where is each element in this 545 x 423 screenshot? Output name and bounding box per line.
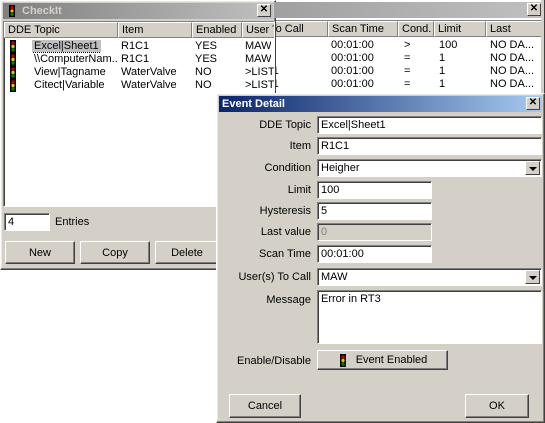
column-header-user[interactable]: User To Call [276,21,328,37]
row-topic: Excel|Sheet1 [32,40,101,53]
row-enabled: NO [195,79,212,91]
row-scan-time: 00:01:00 [331,78,374,90]
row-enabled: YES [195,40,218,52]
label-dde-topic: DDE Topic [259,119,311,131]
row-cond: > [404,39,411,51]
main-titlebar[interactable]: CheckIt ✕ [3,3,273,19]
row-last: NO DA... [490,65,535,77]
row-last: NO DA... [490,78,535,90]
row-last: NO DA... [490,52,535,64]
dde-topic-field[interactable]: Excel|Sheet1 [317,116,542,134]
row-item: WaterValve [121,79,177,91]
row-item: R1C1 [121,40,150,52]
row-limit: 1 [439,65,446,77]
label-enable-disable: Enable/Disable [237,355,311,367]
item-field[interactable]: R1C1 [317,137,542,155]
row-user: >LIST1 [245,66,275,78]
row-enabled: YES [195,53,218,65]
row-limit: 100 [439,39,458,51]
row-topic: \\ComputerNam... [34,53,118,65]
row-user: MAW [245,53,272,65]
condition-value: Heigher [321,162,360,174]
label-scan-time: Scan Time [259,248,311,260]
limit-field[interactable]: 100 [317,181,432,199]
row-cond: = [404,65,411,77]
column-header-scan-time[interactable]: Scan Time [328,21,398,37]
label-last-value: Last value [260,226,311,238]
entries-count-field[interactable]: 4 [4,213,50,231]
close-icon[interactable]: ✕ [257,4,271,17]
row-scan-time: 00:01:00 [331,65,374,77]
traffic-light-icon [8,79,18,96]
row-last: NO DA... [490,39,535,51]
cancel-button[interactable]: Cancel [229,394,301,418]
traffic-light-icon [6,5,18,17]
table-row[interactable]: Citect|Variable WaterValve NO >LIST1 [4,79,275,92]
users-select[interactable]: MAW [317,268,542,286]
row-user: MAW [245,40,272,52]
row-limit: 1 [439,52,446,64]
last-value-field: 0 [317,223,432,241]
table-row[interactable]: View|Tagname WaterValve NO >LIST1 [4,66,275,79]
condition-select[interactable]: Heigher [317,159,542,177]
dialog-title: Event Detail [222,98,285,110]
row-user: >LIST1 [245,79,275,91]
traffic-light-icon [338,353,348,367]
table-row[interactable]: Excel|Sheet1 R1C1 YES MAW [4,40,274,53]
chevron-down-icon[interactable] [525,161,540,175]
label-limit: Limit [287,184,311,196]
row-user: >LIST1 [276,78,279,91]
chevron-down-icon[interactable] [525,270,540,284]
delete-button[interactable]: Delete [155,241,219,264]
label-item: Item [289,140,311,152]
column-header-topic[interactable]: DDE Topic [4,22,118,38]
ok-button[interactable]: OK [465,394,529,418]
hysteresis-field[interactable]: 5 [317,202,432,220]
column-header-last[interactable]: Last [486,21,541,37]
label-users: User(s) To Call [238,271,311,283]
row-user: >LIST1 [276,65,279,78]
row-scan-time: 00:01:00 [331,52,374,64]
dialog-titlebar[interactable]: Event Detail ✕ [219,96,542,112]
row-topic: Citect|Variable [34,79,105,91]
users-value: MAW [321,271,348,283]
entries-label: Entries [55,216,90,228]
new-button[interactable]: New [5,241,75,264]
event-detail-dialog: Event Detail ✕ DDE Topic Excel|Sheet1 It… [216,93,545,423]
label-hysteresis: Hysteresis [259,205,311,217]
column-header-cond[interactable]: Cond. [398,21,434,37]
event-enabled-button[interactable]: Event Enabled [317,350,448,370]
message-textarea[interactable]: Error in RT3 [317,290,542,344]
row-topic: View|Tagname [34,66,106,78]
label-condition: Condition [264,162,311,174]
column-header-limit[interactable]: Limit [434,21,486,37]
column-header-enabled[interactable]: Enabled [192,22,242,38]
column-header-item[interactable]: Item [118,22,192,38]
row-enabled: NO [195,66,212,78]
row-cond: = [404,78,411,90]
label-message: Message [266,294,311,306]
close-icon[interactable]: ✕ [526,97,540,110]
copy-button[interactable]: Copy [80,241,150,264]
main-title: CheckIt [22,5,62,17]
list-overflow-strip: User To Call Scan Time Cond. Limit Last … [276,20,541,94]
row-item: WaterValve [121,66,177,78]
row-cond: = [404,52,411,64]
event-enabled-label: Event Enabled [355,354,428,366]
row-limit: 1 [439,78,446,90]
close-icon[interactable]: ✕ [527,3,541,16]
table-row[interactable]: \\ComputerNam... R1C1 YES MAW [4,53,274,66]
scan-time-field[interactable]: 00:01:00 [317,245,432,263]
row-scan-time: 00:01:00 [331,39,374,51]
row-item: R1C1 [121,53,150,65]
main-titlebar-extension [274,2,543,18]
main-frame-right [541,0,545,95]
column-header-user[interactable]: User To Call [242,22,274,38]
